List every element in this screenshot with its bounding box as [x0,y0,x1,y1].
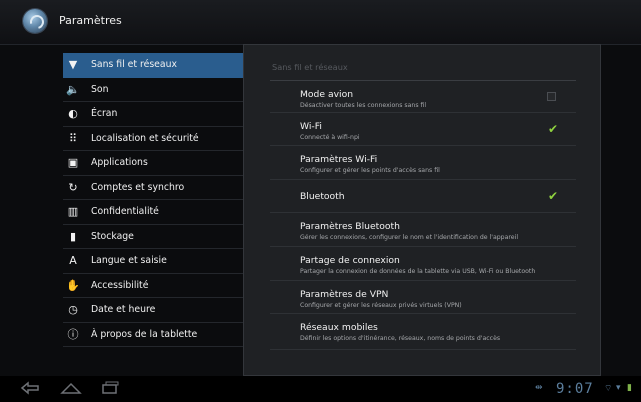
setting-title: Paramètres de VPN [300,289,389,300]
checkmark-icon[interactable]: ✔ [548,190,558,202]
sidebar-item-1[interactable]: 🔈 Son [63,78,243,102]
sidebar-item-8[interactable]: A Langue et saisie [63,249,243,274]
brightness-icon: ◐ [68,107,78,121]
sidebar-item-label: Date et heure [91,304,156,316]
sidebar-item-5[interactable]: ↻ Comptes et synchro [63,176,243,200]
setting-summary: Connecté à wifi-npi [300,134,360,141]
sidebar-item-label: Écran [91,108,118,120]
privacy-icon: ▥ [67,205,79,219]
sidebar-item-label: Stockage [91,230,134,242]
home-icon[interactable] [60,381,82,399]
setting-summary: Configurer et gérer les réseaux privés v… [300,302,462,309]
setting-title: Paramètres Bluetooth [300,221,400,232]
hand-icon: ✋ [66,278,80,292]
sidebar-item-label: Son [91,83,109,95]
sidebar-item-label: Langue et saisie [91,255,167,267]
grid-icon: ⠿ [68,131,78,145]
sidebar-item-4[interactable]: ▣ Applications [63,151,243,176]
setting-summary: Configurer et gérer les points d'accès s… [300,167,440,174]
setting-title: Bluetooth [300,190,345,202]
sidebar-item-7[interactable]: ▮ Stockage [63,225,243,249]
setting-row[interactable]: Bluetooth ✔ [270,180,576,213]
sidebar-item-9[interactable]: ✋ Accessibilité [63,274,243,298]
setting-row[interactable]: Wi-Fi Connecté à wifi-npi ✔ [270,113,576,146]
setting-title: Wi-Fi [300,121,322,132]
setting-summary: Partager la connexion de données de la t… [300,268,536,275]
clock-icon: ◷ [68,303,78,317]
speaker-icon: 🔈 [66,82,80,96]
setting-row[interactable]: Paramètres de VPN Configurer et gérer les… [270,281,576,314]
sidebar-item-label: Applications [91,157,148,169]
wifi-icon: ▼ [68,58,78,72]
panel-header: Sans fil et réseaux [272,62,348,72]
settings-app-icon[interactable] [23,9,47,33]
sidebar-item-label: Localisation et sécurité [91,132,199,144]
sidebar-item-11[interactable]: ⓘ À propos de la tablette [63,323,243,347]
setting-row[interactable]: Mode avion Désactiver toutes les connexio… [270,81,576,113]
setting-summary: Définir les options d'itinérance, réseau… [300,335,501,342]
sidebar-item-10[interactable]: ◷ Date et heure [63,298,243,323]
keyboard-letter-icon: A [69,254,77,268]
info-icon: ⓘ [67,327,79,341]
setting-row[interactable]: Partage de connexion Partager la connexio… [270,247,576,281]
setting-row[interactable]: Paramètres Bluetooth Gérer les connexions… [270,213,576,247]
setting-summary: Désactiver toutes les connexions sans fi… [300,102,427,109]
checkmark-icon[interactable]: ✔ [548,123,558,135]
system-bar: ⇹ 9:07 ⌔ ▾ ▮ [0,376,641,402]
applications-icon: ▣ [67,156,79,170]
settings-panel: Sans fil et réseaux Mode avion Désactiver… [243,44,601,376]
settings-sidebar: ▼ Sans fil et réseaux 🔈 Son ◐ Écran ⠿ Localisat… [63,53,243,347]
sync-icon: ↻ [68,180,78,194]
checkbox[interactable] [547,92,556,101]
sidebar-item-2[interactable]: ◐ Écran [63,102,243,127]
setting-title: Partage de connexion [300,255,400,266]
setting-title: Paramètres Wi-Fi [300,154,378,165]
signal-icon: ▾ [616,383,621,393]
sidebar-item-label: À propos de la tablette [91,328,198,340]
sidebar-item-label: Sans fil et réseaux [91,59,177,71]
recent-apps-icon[interactable] [100,381,120,399]
sidebar-item-label: Accessibilité [91,279,149,291]
setting-title: Mode avion [300,89,354,100]
sidebar-item-3[interactable]: ⠿ Localisation et sécurité [63,127,243,151]
action-bar: Paramètres [0,0,641,45]
battery-icon: ▮ [627,383,632,393]
usb-icon: ⇹ [535,383,543,393]
sidebar-item-label: Confidentialité [91,206,159,218]
setting-summary: Gérer les connexions, configurer le nom … [300,234,519,241]
clock[interactable]: 9:07 [556,381,594,397]
setting-row[interactable]: Paramètres Wi-Fi Configurer et gérer les … [270,146,576,180]
back-icon[interactable] [20,381,40,399]
page-title: Paramètres [59,14,122,27]
storage-icon: ▮ [69,229,77,243]
sidebar-item-label: Comptes et synchro [91,181,185,193]
sidebar-item-6[interactable]: ▥ Confidentialité [63,200,243,225]
setting-row[interactable]: Réseaux mobiles Définir les options d'iti… [270,314,576,350]
setting-title: Réseaux mobiles [300,322,378,333]
wifi-status-icon: ⌔ [604,384,613,394]
sidebar-item-0[interactable]: ▼ Sans fil et réseaux [63,53,243,78]
